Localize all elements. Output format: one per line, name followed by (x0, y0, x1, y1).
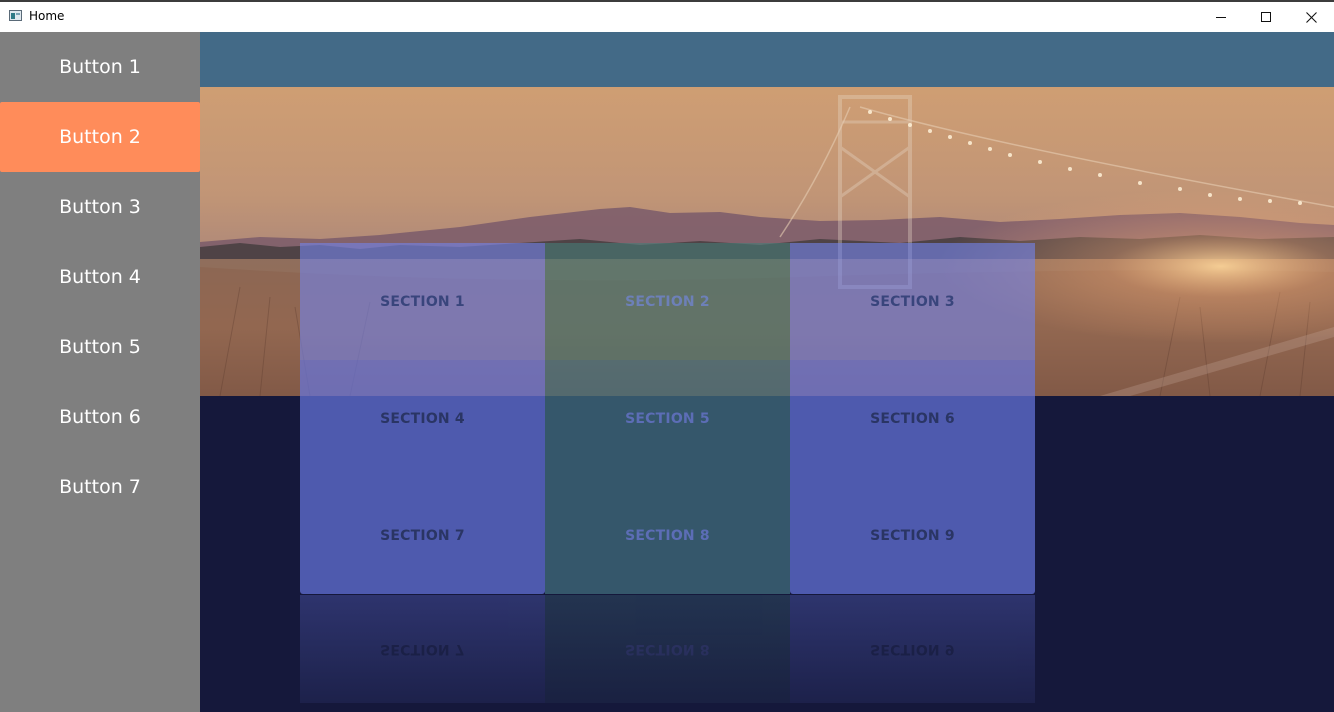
app-window: Home Button 1 Button 2 Button 3 Button 4… (0, 0, 1334, 712)
window-title: Home (29, 9, 65, 23)
section-9[interactable]: SECTION 9 (790, 477, 1035, 594)
minimize-icon (1216, 17, 1226, 18)
section-5[interactable]: SECTION 5 (545, 360, 790, 477)
sections-grid: SECTION 1 SECTION 2 SECTION 3 SECTION 4 … (300, 243, 1035, 595)
sidebar-button-7[interactable]: Button 7 (0, 452, 200, 522)
section-8[interactable]: SECTION 8 (545, 477, 790, 594)
main-content: SECTION 1 SECTION 2 SECTION 3 SECTION 4 … (200, 32, 1334, 712)
close-button[interactable] (1288, 2, 1334, 32)
title-bar: Home (0, 0, 1334, 32)
sidebar-button-2[interactable]: Button 2 (0, 102, 200, 172)
section-1[interactable]: SECTION 1 (300, 243, 545, 360)
header-band (200, 32, 1334, 87)
section-4[interactable]: SECTION 4 (300, 360, 545, 477)
sidebar: Button 1 Button 2 Button 3 Button 4 Butt… (0, 32, 200, 712)
sidebar-button-1[interactable]: Button 1 (0, 32, 200, 102)
sidebar-button-4[interactable]: Button 4 (0, 242, 200, 312)
sidebar-button-5[interactable]: Button 5 (0, 312, 200, 382)
app-icon (9, 10, 22, 21)
sidebar-button-3[interactable]: Button 3 (0, 172, 200, 242)
sections-reflection: SECTION 7 SECTION 8 SECTION 9 (300, 595, 1035, 703)
section-3[interactable]: SECTION 3 (790, 243, 1035, 360)
close-icon (1305, 11, 1317, 23)
reflection-section-8: SECTION 8 (545, 595, 790, 703)
section-7[interactable]: SECTION 7 (300, 477, 545, 594)
reflection-section-9: SECTION 9 (790, 595, 1035, 703)
section-2[interactable]: SECTION 2 (545, 243, 790, 360)
section-6[interactable]: SECTION 6 (790, 360, 1035, 477)
maximize-icon (1261, 12, 1271, 22)
maximize-button[interactable] (1243, 2, 1289, 32)
minimize-button[interactable] (1198, 2, 1244, 32)
sidebar-button-6[interactable]: Button 6 (0, 382, 200, 452)
reflection-section-7: SECTION 7 (300, 595, 545, 703)
